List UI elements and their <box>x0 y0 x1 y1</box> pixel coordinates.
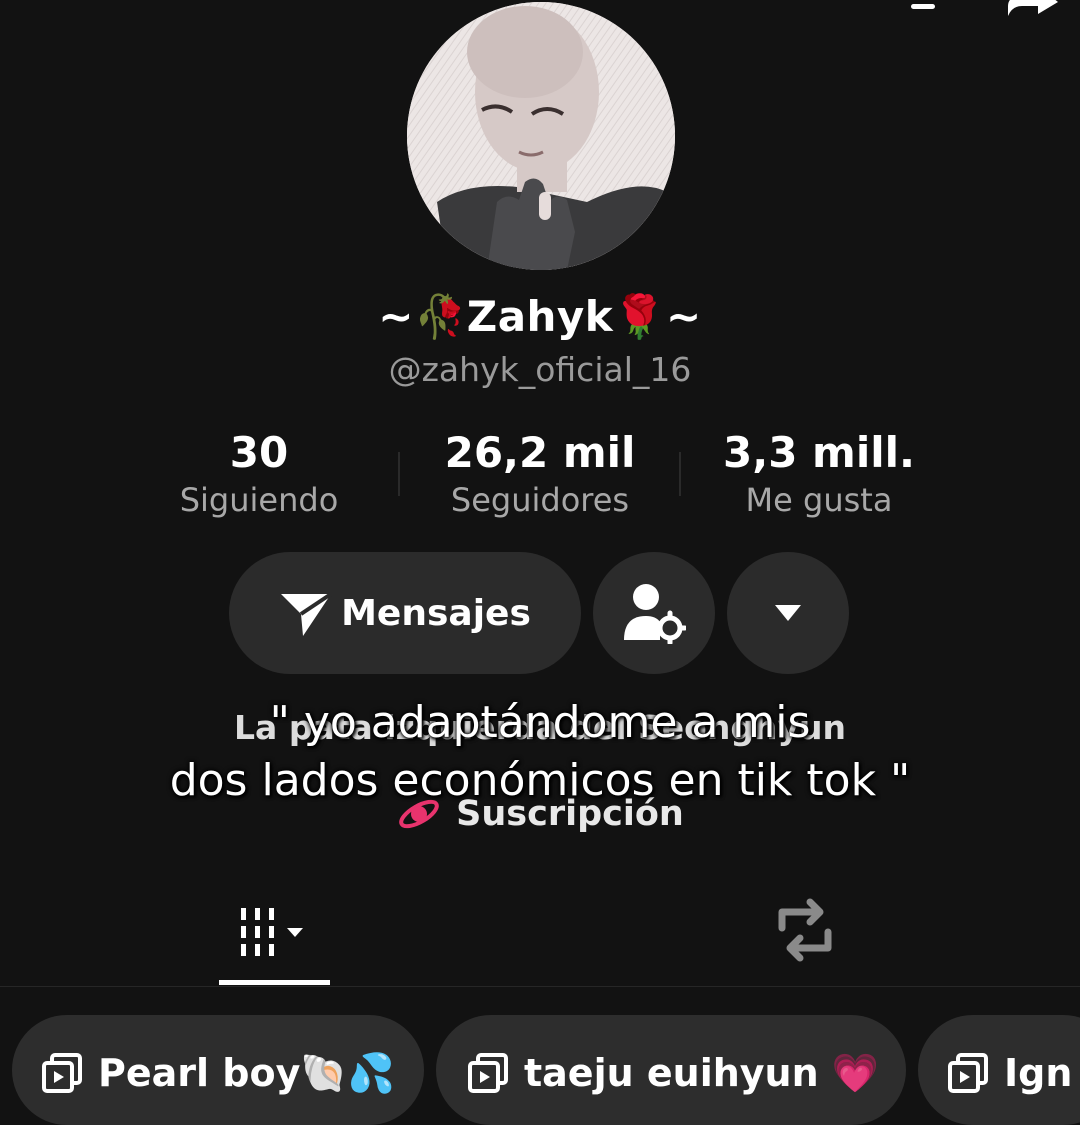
send-icon <box>281 592 333 636</box>
playlist-chip[interactable]: Ign <box>918 1015 1080 1125</box>
stat-following[interactable]: 30 Siguiendo <box>109 428 409 519</box>
messages-label: Mensajes <box>341 592 531 634</box>
display-name: ~🥀Zahyk🌹~ <box>378 292 702 341</box>
add-friend-settings-icon <box>624 584 686 644</box>
friend-settings-button[interactable] <box>593 552 715 674</box>
playlist-chip[interactable]: Pearl boy🐚💦 <box>12 1015 424 1125</box>
tab-videos[interactable] <box>220 896 330 966</box>
back-arrow-icon[interactable] <box>0 0 40 10</box>
likes-count: 3,3 mill. <box>723 428 915 477</box>
playlist-label: Ign <box>1004 1051 1073 1095</box>
share-icon[interactable] <box>1002 0 1062 20</box>
playlist-label: Pearl boy🐚💦 <box>98 1051 395 1095</box>
grid-icon <box>241 908 303 956</box>
following-count: 30 <box>229 428 289 477</box>
caption-line-2: dos lados económicos en tik tok " <box>169 755 911 806</box>
caption-line-1: " yo adaptándome a mis <box>269 697 811 748</box>
video-caption: " yo adaptándome a mis dos lados económi… <box>0 694 1080 810</box>
playlist-label: taeju euihyun 💗 <box>524 1051 880 1095</box>
more-options-button[interactable] <box>727 552 849 674</box>
username-handle: @zahyk_oficial_16 <box>388 350 692 389</box>
tv-icon[interactable] <box>893 0 953 20</box>
repost-icon[interactable] <box>770 898 840 962</box>
followers-label: Seguidores <box>450 481 630 519</box>
playlist-icon <box>948 1053 988 1093</box>
likes-label: Me gusta <box>745 481 893 519</box>
tabs-divider <box>0 986 1080 987</box>
stat-followers[interactable]: 26,2 mil Seguidores <box>390 428 690 519</box>
following-label: Siguiendo <box>179 481 339 519</box>
playlist-icon <box>42 1053 82 1093</box>
messages-button[interactable]: Mensajes <box>229 552 581 674</box>
active-tab-indicator <box>219 980 330 985</box>
avatar-illustration-icon <box>407 2 675 270</box>
followers-count: 26,2 mil <box>444 428 636 477</box>
playlist-icon <box>468 1053 508 1093</box>
playlist-chip[interactable]: taeju euihyun 💗 <box>436 1015 906 1125</box>
avatar[interactable] <box>407 2 675 270</box>
stat-likes[interactable]: 3,3 mill. Me gusta <box>669 428 969 519</box>
caret-down-icon <box>775 605 801 621</box>
